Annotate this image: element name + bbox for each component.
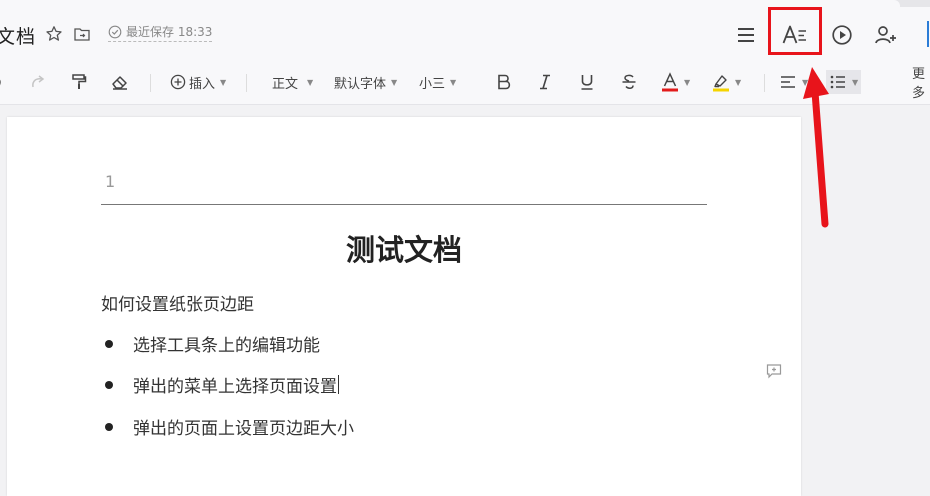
chevron-down-icon: ▼	[802, 77, 809, 87]
eraser-icon	[112, 76, 127, 90]
align-left-button[interactable]: ▼	[779, 70, 808, 94]
highlighter-icon	[713, 75, 729, 92]
chevron-down-icon: ▼	[852, 77, 859, 87]
chevron-down-icon: ▼	[220, 77, 227, 87]
hamburger-icon	[738, 28, 754, 42]
list-item-text: 弹出的菜单上选择页面设置	[133, 377, 337, 397]
font-color-button[interactable]: ▼	[661, 70, 690, 94]
plus-circle-icon	[170, 74, 186, 90]
header-bar: 文档 最近保存 18:33	[0, 7, 930, 59]
redo-button[interactable]	[29, 70, 47, 94]
strikethrough-button[interactable]	[621, 70, 637, 94]
italic-button[interactable]	[538, 70, 552, 94]
undo-button[interactable]	[0, 70, 8, 94]
bullet-dot	[105, 380, 113, 389]
star-icon[interactable]	[44, 24, 64, 44]
underline-button[interactable]	[580, 70, 594, 94]
list-item[interactable]: 选择工具条上的编辑功能	[105, 331, 320, 356]
text-cursor	[338, 375, 339, 394]
highlight-box	[768, 7, 822, 55]
bold-icon	[498, 74, 511, 90]
font-family-select[interactable]: 默认字体 ▼	[334, 70, 397, 94]
paragraph-style-select[interactable]: 正文 ▼	[272, 70, 313, 94]
bullet-dot	[105, 339, 113, 348]
chevron-down-icon: ▼	[684, 77, 691, 87]
highlight-color-button[interactable]: ▼	[712, 70, 741, 94]
document-page[interactable]: 1 测试文档 如何设置纸张页边距 选择工具条上的编辑功能 弹出的菜单上选择页面设…	[7, 117, 801, 496]
redo-icon	[32, 75, 45, 88]
font-size-select[interactable]: 小三 ▼	[419, 70, 456, 94]
size-label: 小三	[419, 76, 446, 92]
move-to-folder-icon[interactable]	[72, 24, 92, 44]
more-label: 更多	[912, 67, 926, 101]
add-comment-icon[interactable]	[766, 363, 782, 379]
list-item[interactable]: 弹出的菜单上选择页面设置	[105, 372, 339, 397]
font-color-icon	[662, 72, 678, 92]
add-user-icon	[875, 26, 896, 44]
more-button[interactable]: 更多	[912, 67, 930, 101]
chevron-down-icon: ▼	[391, 77, 398, 87]
font-label: 默认字体	[334, 76, 387, 92]
bullet-list-button[interactable]: ▼	[826, 70, 862, 94]
active-tab-background	[0, 0, 900, 7]
italic-icon	[540, 74, 550, 90]
insert-menu[interactable]: 插入 ▼	[170, 70, 226, 94]
document-title[interactable]: 文档	[0, 22, 36, 49]
style-label: 正文	[272, 76, 299, 92]
window-top-strip	[0, 0, 930, 7]
play-circle-icon	[832, 25, 852, 45]
chevron-down-icon: ▼	[307, 77, 314, 87]
check-circle-icon	[108, 25, 122, 38]
page-header-divider	[101, 204, 707, 205]
undo-icon	[0, 79, 1, 86]
clear-format-button[interactable]	[110, 70, 130, 94]
paint-brush-icon	[72, 74, 87, 89]
page-header-number[interactable]: 1	[105, 172, 115, 191]
bullet-dot	[105, 422, 113, 431]
document-heading[interactable]: 测试文档	[7, 227, 801, 269]
insert-label: 插入	[189, 76, 216, 92]
save-status-text: 最近保存 18:33	[126, 25, 213, 39]
add-collaborator-button[interactable]	[869, 18, 903, 52]
bold-button[interactable]	[496, 70, 512, 94]
share-button-edge[interactable]	[927, 21, 929, 47]
toolbar-divider	[764, 74, 765, 92]
strikethrough-icon	[622, 74, 636, 89]
list-item-text: 弹出的页面上设置页边距大小	[133, 419, 354, 439]
toolbar-divider	[246, 74, 247, 92]
menu-button[interactable]	[729, 18, 763, 52]
present-button[interactable]	[825, 18, 859, 52]
save-status: 最近保存 18:33	[108, 23, 213, 42]
format-toolbar: 插入 ▼ 正文 ▼ 默认字体 ▼ 小三 ▼ ▼ ▼ ▼ ▼ 更多	[0, 59, 930, 105]
toolbar-divider	[150, 74, 151, 92]
list-item-text: 选择工具条上的编辑功能	[133, 336, 320, 356]
document-paragraph[interactable]: 如何设置纸张页边距	[101, 290, 254, 315]
chevron-down-icon: ▼	[450, 77, 457, 87]
align-left-icon	[781, 76, 795, 88]
list-item[interactable]: 弹出的页面上设置页边距大小	[105, 414, 354, 439]
chevron-down-icon: ▼	[735, 77, 742, 87]
underline-icon	[581, 75, 593, 90]
bullet-list-icon	[830, 75, 845, 89]
format-painter-button[interactable]	[70, 70, 88, 94]
